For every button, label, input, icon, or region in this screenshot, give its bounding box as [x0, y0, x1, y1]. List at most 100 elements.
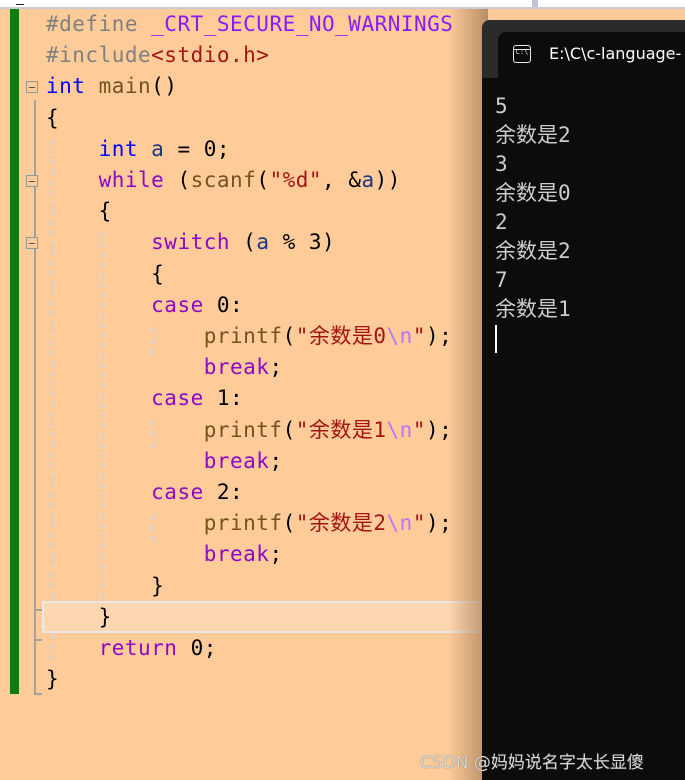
code-token: ( [282, 324, 296, 348]
terminal-tab-title[interactable]: E:\C\c-language- [549, 44, 681, 63]
code-line[interactable]: { [46, 196, 112, 227]
code-token: 0: [203, 292, 244, 317]
terminal-output-line: 7 [495, 268, 508, 292]
tab-separator [532, 0, 538, 7]
code-line[interactable]: switch (a % 3) [46, 227, 335, 258]
code-line[interactable]: { [46, 103, 59, 134]
code-line[interactable]: int main() [46, 71, 177, 102]
code-token: #include [46, 43, 152, 68]
csdn-watermark: CSDN @妈妈说名字太长显傻 [420, 753, 644, 773]
code-token: case [151, 480, 204, 504]
code-line[interactable]: #define _CRT_SECURE_NO_WARNINGS [46, 9, 453, 40]
code-line[interactable]: return 0; [46, 633, 217, 664]
code-token: 1: [203, 386, 244, 411]
code-token: a [151, 136, 165, 161]
code-token: )) [374, 168, 401, 192]
code-token: printf [203, 511, 283, 536]
terminal-output-line: 余数是1 [495, 297, 571, 321]
code-line[interactable]: } [46, 602, 112, 633]
code-token: "%d" [269, 168, 323, 192]
code-line[interactable]: int a = 0; [46, 134, 230, 165]
terminal-output-line: 余数是2 [495, 239, 571, 263]
code-token: break [203, 355, 270, 380]
fold-end-while-2 [34, 639, 42, 641]
code-token: printf [203, 324, 283, 348]
code-token: () [151, 74, 178, 99]
code-token: ; [269, 448, 283, 473]
code-token: \n [386, 324, 413, 348]
code-token: } [46, 667, 60, 692]
code-token: " [412, 324, 426, 348]
code-token: case [151, 386, 204, 411]
code-line[interactable]: case 1: [46, 383, 243, 414]
code-token: = 0; [164, 136, 231, 161]
code-line[interactable]: break; [46, 446, 283, 477]
fold-end-main [34, 693, 42, 695]
collapse-main-icon[interactable] [26, 81, 38, 93]
code-token: scanf [190, 168, 257, 192]
code-line[interactable]: break; [46, 352, 283, 383]
collapse-while-icon[interactable] [26, 175, 38, 187]
code-token: "余数是2 [295, 511, 387, 536]
terminal-icon: C:\ [513, 45, 531, 63]
code-token: { [46, 105, 60, 130]
code-token: } [46, 604, 112, 629]
code-editor[interactable]: #define _CRT_SECURE_NO_WARNINGS #include<… [0, 9, 486, 780]
code-token: " [412, 511, 426, 536]
code-token: return [98, 636, 178, 660]
code-line[interactable]: case 0: [46, 290, 243, 321]
code-line[interactable]: { [46, 259, 164, 290]
code-line[interactable]: printf("余数是0\n"); [46, 321, 452, 352]
code-line[interactable]: while (scanf("%d", &a)) [46, 165, 401, 196]
code-token: ; [269, 542, 283, 567]
terminal-output-line: 2 [495, 210, 508, 234]
code-token: "余数是0 [295, 324, 387, 348]
code-token: _CRT_SECURE_NO_WARNINGS [151, 12, 454, 36]
code-token: \n [386, 417, 413, 442]
code-token: ( [282, 417, 296, 442]
terminal-window[interactable]: C:\ E:\C\c-language- 5 余数是2 3 余数是0 2 余数是2 7 余数是… [482, 20, 685, 780]
code-line[interactable]: } [46, 571, 164, 602]
terminal-output-line: 余数是0 [495, 181, 571, 205]
change-tracking-bar [10, 9, 19, 694]
code-line[interactable]: case 2: [46, 477, 243, 508]
collapse-switch-icon[interactable] [26, 237, 38, 249]
code-token: int [46, 74, 86, 99]
code-token: printf [203, 417, 283, 442]
minimize-mark [16, 4, 24, 5]
code-line[interactable]: break; [46, 539, 283, 570]
code-token: 0; [177, 636, 217, 660]
code-line[interactable]: printf("余数是1\n"); [46, 415, 452, 446]
code-token: switch [151, 230, 231, 255]
code-token: ( [230, 230, 257, 255]
code-token: a [256, 230, 270, 255]
code-line[interactable]: printf("余数是2\n"); [46, 508, 452, 539]
code-line[interactable]: } [46, 664, 59, 695]
code-token: #define [46, 12, 152, 36]
code-token: ( [256, 168, 270, 192]
code-token: ; [269, 355, 283, 380]
code-line[interactable]: #include<stdio.h> [46, 40, 269, 71]
code-token: case [151, 292, 204, 317]
code-token: % 3) [269, 230, 336, 255]
terminal-output[interactable]: 5 余数是2 3 余数是0 2 余数是2 7 余数是1 [495, 92, 571, 353]
code-token: int [98, 136, 139, 161]
code-token: <stdio.h> [151, 43, 270, 68]
code-token: a [361, 168, 375, 192]
terminal-output-line: 3 [495, 152, 508, 176]
window-top-strip [0, 0, 685, 9]
code-token: { [46, 199, 112, 224]
code-token: main [98, 74, 152, 99]
terminal-output-line: 5 [495, 94, 508, 118]
